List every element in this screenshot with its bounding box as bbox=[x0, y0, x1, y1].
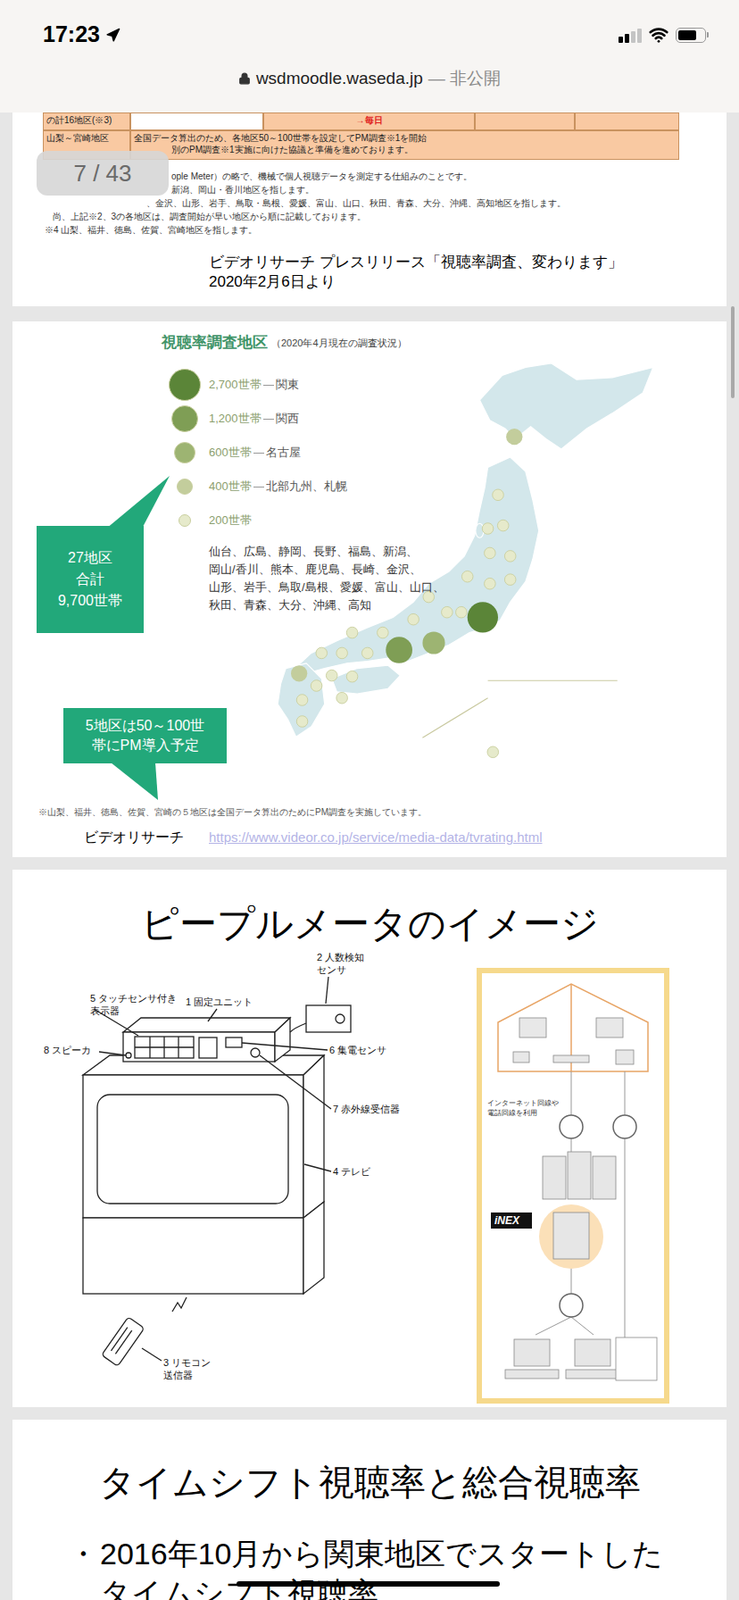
table-cell bbox=[574, 112, 680, 131]
device-label: 1 固定ユニット bbox=[185, 996, 253, 1007]
table-cell bbox=[130, 112, 264, 131]
legend-dot bbox=[178, 514, 191, 527]
slide-card: 視聴率調査地区（2020年4月現在の調査状況） 2,700世帯関東1,200世帯関… bbox=[12, 321, 727, 857]
table-cell: 全国データ算出のため、各地区50～100世帯を設定してPM調査※1を開始別のPM… bbox=[130, 130, 680, 160]
source-link[interactable]: https://www.videor.co.jp/service/media-d… bbox=[208, 827, 543, 848]
source: ビデオリサーチhttps://www.videor.co.jp/service/… bbox=[12, 826, 727, 857]
legend: 2,700世帯関東1,200世帯関西600世帯名古屋400世帯北部九州、札幌20… bbox=[166, 367, 727, 538]
legend-dot bbox=[174, 441, 196, 464]
slide-title: タイムシフト視聴率と総合視聴率 bbox=[12, 1419, 727, 1504]
area-list: 仙台、広島、静岡、長野、福島、新潟、岡山/香川、熊本、鹿児島、長崎、金沢、山形、… bbox=[208, 542, 727, 615]
network-note: インターネット回線や電話回線を利用 bbox=[487, 1098, 559, 1117]
slide-title: ピープルメータのイメージ bbox=[12, 869, 727, 947]
home-indicator bbox=[236, 1580, 500, 1586]
screen: 17:23 wsdmoodle.waseda.jp— 非公開の計16地区(※3) →… bbox=[0, 0, 739, 1600]
caption: ビデオリサーチ プレスリリース「視聴率調査、変わります」2020年2月6日より bbox=[208, 252, 727, 292]
network-diagram: インターネット回線や電話回線を利用 iNEX bbox=[476, 967, 670, 1404]
legend-dot bbox=[171, 405, 199, 432]
people-meter-drawing: 1 固定ユニット 2 人数検知センサ 3 リモコン送信器 4 テレビ 5 タッチセンサ付… bbox=[38, 949, 467, 1387]
lock-icon bbox=[238, 72, 251, 85]
callout-tail bbox=[101, 473, 174, 529]
callout-tail bbox=[92, 762, 165, 802]
slide-card: ピープルメータのイメージ 1 固定ユニット 2 人数検知センサ 3 リモコン送信器 4 … bbox=[12, 869, 727, 1407]
legend-item: 2,700世帯関東 bbox=[166, 367, 727, 402]
page-indicator: 7 / 43 bbox=[36, 150, 169, 196]
device-label: 2 人数検知センサ bbox=[316, 951, 365, 975]
legend-item: 200世帯 bbox=[166, 503, 727, 538]
legend-item: 1,200世帯関西 bbox=[166, 401, 727, 436]
location-icon bbox=[105, 27, 121, 43]
device-label: 5 タッチセンサ付き表示器 bbox=[90, 992, 177, 1016]
clock: 17:23 bbox=[42, 17, 100, 52]
system-name: iNEX bbox=[494, 1213, 521, 1227]
footnote: ※山梨、福井、徳島、佐賀、宮崎の５地区は全国データ算出のためにPM調査を実施して… bbox=[12, 805, 727, 820]
callout-pm: 5地区は50～100世帯にPM導入予定 bbox=[63, 707, 227, 764]
device-label: 6 集電センサ bbox=[329, 1044, 387, 1055]
bullet-item: ・2016年10月から関東地区でスタートしたタイムシフト視聴率 bbox=[12, 1533, 727, 1600]
wifi-icon bbox=[648, 24, 669, 45]
device-label: 3 リモコン送信器 bbox=[163, 1356, 211, 1380]
legend-dot bbox=[168, 368, 201, 401]
table-cell: の計16地区(※3) bbox=[42, 112, 131, 131]
scrollbar[interactable] bbox=[730, 306, 735, 399]
device-label: 8 スピーカ bbox=[43, 1044, 92, 1055]
battery-icon bbox=[675, 27, 709, 43]
slide-card: の計16地区(※3)→毎日山梨～宮崎地区全国データ算出のため、各地区50～100… bbox=[12, 112, 727, 307]
signal-icon bbox=[618, 27, 642, 43]
table-cell: →毎日 bbox=[263, 112, 475, 131]
legend-item: 600世帯名古屋 bbox=[166, 435, 727, 470]
address-bar[interactable]: wsdmoodle.waseda.jp— 非公開 bbox=[0, 62, 739, 95]
status-bar: 17:23 wsdmoodle.waseda.jp— 非公開 bbox=[0, 0, 739, 113]
device-label: 4 テレビ bbox=[332, 1165, 372, 1177]
legend-item: 400世帯北部九州、札幌 bbox=[166, 469, 727, 504]
slide-card: タイムシフト視聴率と総合視聴率・2016年10月から関東地区でスタートしたタイム… bbox=[12, 1419, 727, 1600]
legend-dot bbox=[176, 478, 193, 495]
device-label: 7 赤外線受信器 bbox=[332, 1103, 400, 1114]
callout-total: 27地区合計9,700世帯 bbox=[36, 525, 144, 633]
table-cell bbox=[474, 112, 575, 131]
slide-title: 視聴率調査地区（2020年4月現在の調査状況） bbox=[12, 321, 727, 354]
table-row: の計16地区(※3) →毎日 bbox=[42, 112, 680, 131]
